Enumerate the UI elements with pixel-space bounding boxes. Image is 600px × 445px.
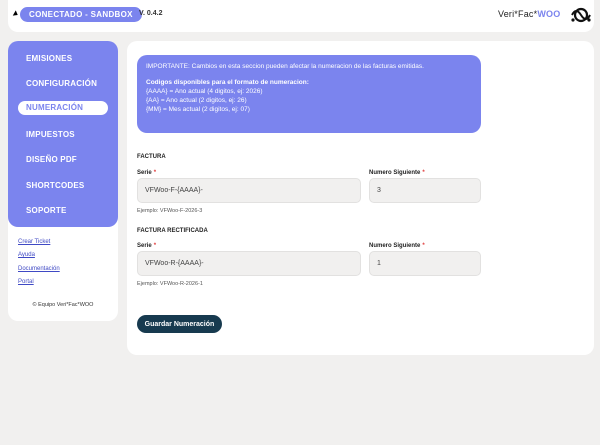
info-code-line: {AAAA} = Ano actual (4 digitos, ej: 2026…: [146, 88, 263, 95]
numero-siguiente-label-text: Numero Siguiente: [369, 243, 421, 249]
sidebar-item-configuracion[interactable]: CONFIGURACIÓN: [26, 79, 97, 88]
sidebar: EMISIONES CONFIGURACIÓN NUMERACIÓN IMPUE…: [8, 41, 118, 321]
serie-label-text: Serie: [137, 243, 152, 249]
link-crear-ticket[interactable]: Crear Ticket: [18, 239, 50, 245]
info-warning: IMPORTANTE: Cambios en esta seccion pued…: [146, 63, 424, 70]
numero-siguiente-label-text: Numero Siguiente: [369, 170, 421, 176]
main-panel: IMPORTANTE: Cambios en esta seccion pued…: [127, 41, 594, 355]
info-notice: IMPORTANTE: Cambios en esta seccion pued…: [137, 55, 481, 133]
serie-label: Serie *: [137, 243, 156, 249]
sidebar-item-diseno-pdf[interactable]: DISEÑO PDF: [26, 155, 77, 164]
sidebar-item-emisiones[interactable]: EMISIONES: [26, 54, 72, 63]
numero-siguiente-label: Numero Siguiente *: [369, 243, 425, 249]
required-mark: *: [422, 243, 425, 249]
mouse-cursor-icon: [12, 10, 20, 18]
rectificada-numero-siguiente-input[interactable]: 1: [369, 251, 481, 276]
serie-label: Serie *: [137, 170, 156, 176]
brand-prefix: Veri*Fac*: [498, 9, 538, 19]
sidebar-footer: © Equipo Veri*Fac*WOO: [32, 302, 94, 308]
brand-suffix: WOO: [537, 9, 561, 19]
required-mark: *: [153, 243, 157, 249]
version-label: V. 0.4.2: [139, 10, 163, 17]
rectificada-example: Ejemplo: VFWoo-R-2026-1: [137, 281, 203, 287]
info-code-line: {AA} = Ano actual (2 digitos, ej: 26): [146, 97, 247, 104]
section-title-rectificada: FACTURA RECTIFICADA: [137, 228, 208, 234]
link-portal[interactable]: Portal: [18, 279, 34, 285]
sidebar-item-numeracion[interactable]: NUMERACIÓN: [18, 101, 108, 115]
sidebar-item-shortcodes[interactable]: SHORTCODES: [26, 181, 84, 190]
info-codes-title: Codigos disponibles para el formato de n…: [146, 79, 309, 86]
factura-example: Ejemplo: VFWoo-F-2026-3: [137, 208, 203, 214]
sidebar-item-impuestos[interactable]: IMPUESTOS: [26, 130, 75, 139]
connection-status-badge: CONECTADO - SANDBOX: [20, 7, 142, 22]
required-mark: *: [153, 170, 157, 176]
factura-serie-input[interactable]: VFWoo-F-{AAAA}-: [137, 178, 361, 203]
link-ayuda[interactable]: Ayuda: [18, 252, 35, 258]
numero-siguiente-label: Numero Siguiente *: [369, 170, 425, 176]
info-code-line: {MM} = Mes actual (2 digitos, ej: 07): [146, 106, 250, 113]
link-documentacion[interactable]: Documentación: [18, 266, 60, 272]
brand-name: Veri*Fac*WOO: [498, 9, 560, 19]
save-numeracion-button[interactable]: Guardar Numeración: [137, 315, 222, 333]
rectificada-serie-input[interactable]: VFWoo-R-{AAAA}-: [137, 251, 361, 276]
sidebar-nav: EMISIONES CONFIGURACIÓN NUMERACIÓN IMPUE…: [8, 41, 118, 227]
brand-logo-icon: [571, 7, 591, 23]
factura-numero-siguiente-input[interactable]: 3: [369, 178, 481, 203]
top-bar: CONECTADO - SANDBOX V. 0.4.2 Veri*Fac*WO…: [8, 0, 594, 32]
required-mark: *: [422, 170, 425, 176]
sidebar-item-soporte[interactable]: SOPORTE: [26, 206, 67, 215]
serie-label-text: Serie: [137, 170, 152, 176]
section-title-factura: FACTURA: [137, 154, 166, 160]
